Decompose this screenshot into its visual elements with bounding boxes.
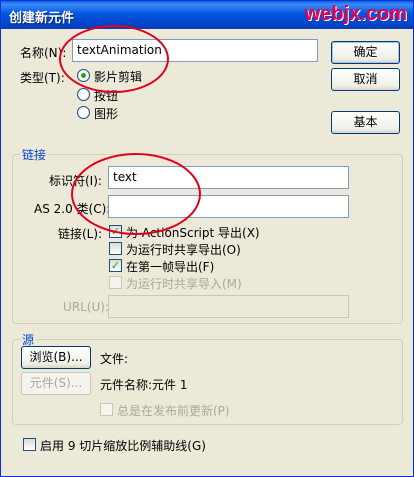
create-symbol-dialog: 创建新元件 webjx.com ✕ 名称(N): textAnimation 类… bbox=[0, 0, 414, 477]
radio-icon bbox=[77, 106, 90, 119]
name-input[interactable]: textAnimation bbox=[72, 39, 318, 62]
identifier-label: 标识符(I): bbox=[49, 174, 102, 188]
checkbox-label: 在第一帧导出(F) bbox=[126, 260, 215, 274]
basic-button[interactable]: 基本 bbox=[331, 111, 400, 134]
linkage-label: 链接(L): bbox=[58, 227, 103, 241]
symbol-button: 元件(S)... bbox=[21, 372, 91, 395]
symbol-name-text: 元件名称:元件 1 bbox=[100, 378, 188, 392]
checkbox-icon bbox=[109, 276, 122, 289]
watermark-logo: webjx.com bbox=[304, 3, 407, 25]
window-title: 创建新元件 bbox=[9, 11, 75, 26]
checkbox-label: 启用 9 切片缩放比例辅助线(G) bbox=[40, 439, 206, 453]
type-option-label: 按钮 bbox=[94, 89, 119, 103]
type-option-label: 影片剪辑 bbox=[94, 70, 143, 84]
url-input bbox=[108, 295, 349, 318]
file-label: 文件: bbox=[100, 352, 129, 366]
ok-button[interactable]: 确定 bbox=[331, 41, 400, 64]
checkmark-icon: ✓ bbox=[109, 259, 122, 272]
url-label: URL(U): bbox=[63, 300, 109, 314]
identifier-input[interactable]: text bbox=[108, 166, 349, 189]
radio-icon bbox=[77, 88, 90, 101]
checkbox-label: 为运行时共享导入(M) bbox=[126, 277, 242, 291]
linkage-section-title: 链接 bbox=[20, 146, 49, 163]
type-option-label: 图形 bbox=[94, 107, 119, 121]
checkbox-icon bbox=[109, 242, 122, 255]
name-label: 名称(N): bbox=[20, 46, 67, 60]
checkbox-icon bbox=[100, 403, 113, 416]
type-label: 类型(T): bbox=[20, 71, 65, 85]
checkbox-icon bbox=[23, 438, 36, 451]
checkbox-label: 总是在发布前更新(P) bbox=[117, 404, 230, 418]
cancel-button[interactable]: 取消 bbox=[331, 68, 400, 91]
as-class-label: AS 2.0 类(C): bbox=[34, 202, 111, 216]
checkbox-label: 为运行时共享导出(O) bbox=[126, 243, 241, 257]
checkbox-label: 为 ActionScript 导出(X) bbox=[126, 226, 260, 240]
checkmark-icon: ✓ bbox=[109, 225, 122, 238]
as-class-input[interactable] bbox=[108, 195, 349, 218]
browse-button[interactable]: 浏览(B)... bbox=[21, 346, 91, 369]
title-bar: 创建新元件 webjx.com ✕ bbox=[1, 1, 413, 29]
radio-icon bbox=[77, 69, 90, 82]
